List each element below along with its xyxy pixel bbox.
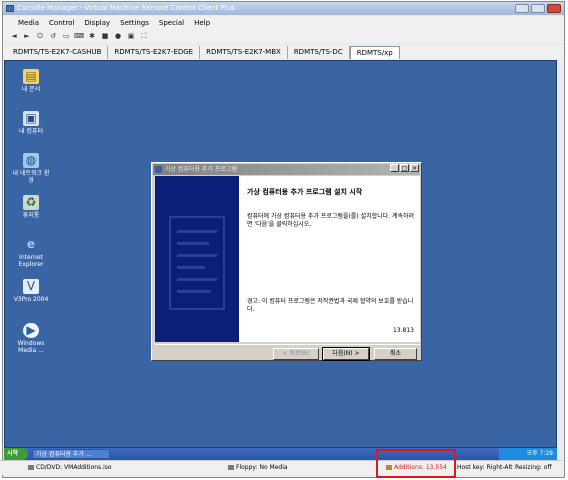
monitor-icon[interactable]: ▭: [61, 32, 71, 41]
button-separator: [155, 344, 420, 345]
version-label: 13.813: [393, 327, 414, 334]
highlight-box: [376, 449, 456, 478]
desktop-icon-network[interactable]: ◍ 내 네트워크 환경: [11, 153, 51, 184]
internet-explorer-icon: e: [26, 237, 36, 251]
taskbar-item-wizard[interactable]: 가상 컴퓨터용 추가 ...: [32, 449, 110, 459]
keyboard-icon[interactable]: ⌨: [74, 32, 84, 41]
network-places-icon: ◍: [23, 153, 39, 168]
host-key-status: Host key: Right-Alt: [457, 464, 513, 471]
maximize-button[interactable]: [531, 4, 545, 13]
forward-icon[interactable]: ►: [22, 32, 32, 41]
settings-icon[interactable]: ✱: [87, 32, 97, 41]
menu-bar: Media Control Display Settings Special H…: [3, 16, 564, 29]
fullscreen-icon[interactable]: ⛶: [139, 32, 149, 41]
tab-xp[interactable]: RDMTS/xp: [349, 46, 400, 59]
vm-tabs: RDMTS/TS-E2K7-CASHUB RDMTS/TS-E2K7-EDGE …: [3, 45, 564, 59]
guest-taskbar: 시작 가상 컴퓨터용 추가 ... 오후 7:29: [4, 448, 557, 460]
menu-help[interactable]: Help: [189, 19, 215, 27]
back-button[interactable]: < 뒤로(B): [273, 348, 319, 360]
installer-document-icon: [169, 216, 225, 310]
install-wizard-dialog: 가상 컴퓨터용 추가 프로그램 _ □ × 가상 컴퓨터용 추가 프로그램 설치…: [151, 162, 422, 361]
screen-icon[interactable]: ■: [100, 32, 110, 41]
title-bar[interactable]: Console Manager - Virtual Machine Remote…: [3, 2, 564, 15]
dialog-title-bar[interactable]: 가상 컴퓨터용 추가 프로그램: [153, 164, 420, 175]
back-icon[interactable]: ◄: [9, 32, 19, 41]
system-tray: 오후 7:29: [499, 448, 557, 460]
cd-drive-icon: [28, 465, 34, 470]
tab-dc[interactable]: RDMTS/TS-DC: [288, 46, 350, 59]
cancel-button[interactable]: 취소: [374, 348, 417, 360]
wizard-heading: 가상 컴퓨터용 추가 프로그램 설치 시작: [247, 188, 363, 196]
copyright-warning: 경고: 이 컴퓨터 프로그램은 저작권법과 국제 협약의 보호를 받습니다.: [247, 298, 414, 313]
recycle-bin-icon: ♻: [23, 195, 39, 210]
wizard-description: 컴퓨터에 가상 컴퓨터용 추가 프로그램을(를) 설치합니다. 계속하려면 '다…: [247, 213, 415, 228]
desktop-icon-label: 내 문서: [21, 86, 41, 93]
setup-icon: [155, 166, 162, 173]
dialog-title: 가상 컴퓨터용 추가 프로그램: [165, 166, 237, 173]
status-bar: CD/DVD: VMAdditions.iso Floppy: No Media…: [0, 460, 561, 475]
ctrl-alt-del-icon[interactable]: ▣: [126, 32, 136, 41]
menu-settings[interactable]: Settings: [115, 19, 154, 27]
dialog-window-controls: _ □ ×: [390, 164, 419, 172]
minimize-button[interactable]: [515, 4, 529, 13]
desktop-icon-label: 내 컴퓨터: [19, 128, 43, 135]
vm-desktop[interactable]: ▤ 내 문서 ▣ 내 컴퓨터 ◍ 내 네트워크 환경 ♻ 휴지통 e Inter…: [4, 60, 557, 448]
tab-edge[interactable]: RDMTS/TS-E2K7-EDGE: [108, 46, 201, 59]
power-icon[interactable]: ⏻: [35, 32, 45, 41]
wizard-content: 가상 컴퓨터용 추가 프로그램 설치 시작 컴퓨터에 가상 컴퓨터용 추가 프로…: [239, 176, 420, 342]
windows-media-icon: ▶: [23, 323, 39, 338]
desktop-icon-label: Windows Media ...: [17, 340, 45, 354]
desktop-icon-my-documents[interactable]: ▤ 내 문서: [11, 69, 51, 93]
record-icon[interactable]: ●: [113, 32, 123, 41]
close-button[interactable]: [547, 4, 561, 13]
resizing-status: Resizing: off: [515, 464, 552, 471]
desktop-icon-label: 내 네트워크 환경: [12, 170, 50, 184]
app-icon: [6, 5, 14, 12]
refresh-icon[interactable]: ↺: [48, 32, 58, 41]
my-computer-icon: ▣: [23, 111, 39, 126]
desktop-icon-recycle-bin[interactable]: ♻ 휴지통: [11, 195, 51, 219]
desktop-icon-my-computer[interactable]: ▣ 내 컴퓨터: [11, 111, 51, 135]
floppy-icon: [228, 465, 234, 470]
window-controls: [515, 4, 561, 13]
desktop-icon-label: 휴지통: [22, 212, 40, 219]
menu-display[interactable]: Display: [79, 19, 115, 27]
start-button[interactable]: 시작: [4, 448, 28, 460]
desktop-icon-v3pro[interactable]: V V3Pro 2004: [11, 279, 51, 303]
dialog-close-button[interactable]: ×: [410, 164, 419, 172]
tab-mbx[interactable]: RDMTS/TS-E2K7-MBX: [200, 46, 288, 59]
desktop-icon-windows-media[interactable]: ▶ Windows Media ...: [11, 323, 51, 354]
dialog-maximize-button[interactable]: □: [400, 164, 409, 172]
desktop-icon-label: Internet Explorer: [18, 254, 44, 268]
dialog-minimize-button[interactable]: _: [390, 164, 399, 172]
wizard-side-banner: [155, 176, 239, 342]
window-title: Console Manager - Virtual Machine Remote…: [17, 4, 235, 12]
my-documents-icon: ▤: [23, 69, 39, 84]
floppy-status[interactable]: Floppy: No Media: [228, 461, 288, 475]
tab-cashub[interactable]: RDMTS/TS-E2K7-CASHUB: [7, 46, 109, 59]
v3pro-icon: V: [23, 279, 39, 294]
clock: 오후 7:29: [526, 450, 553, 457]
desktop-icon-label: V3Pro 2004: [13, 296, 49, 303]
toolbar: ◄ ► ⏻ ↺ ▭ ⌨ ✱ ■ ● ▣ ⛶: [3, 29, 564, 43]
menu-special[interactable]: Special: [154, 19, 189, 27]
menu-control[interactable]: Control: [44, 19, 79, 27]
next-button[interactable]: 다음(N) >: [322, 347, 370, 361]
cd-dvd-status[interactable]: CD/DVD: VMAdditions.iso: [28, 461, 112, 475]
menu-media[interactable]: Media: [13, 19, 44, 27]
desktop-icon-internet-explorer[interactable]: e Internet Explorer: [11, 237, 51, 268]
